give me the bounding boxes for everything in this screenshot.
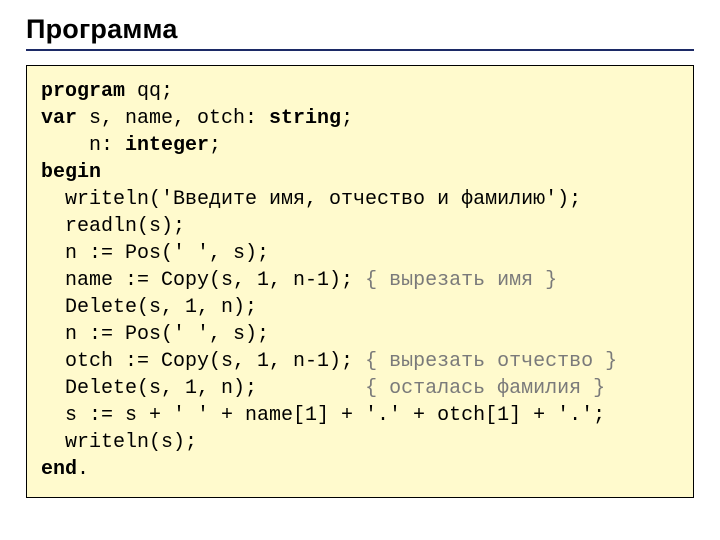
code-text: otch := Copy(s, 1, n-1); bbox=[41, 350, 365, 373]
code-comment: { осталась фамилия } bbox=[365, 377, 605, 400]
code-text: s := s + ' ' + name[1] + '.' + otch[1] +… bbox=[41, 404, 605, 427]
code-comment: { вырезать отчество } bbox=[365, 350, 617, 373]
kw-string: string bbox=[269, 107, 341, 130]
code-text: readln(s); bbox=[41, 215, 185, 238]
code-text: . bbox=[77, 458, 89, 481]
code-block: program qq; var s, name, otch: string; n… bbox=[26, 65, 694, 498]
code-comment: { вырезать имя } bbox=[365, 269, 557, 292]
title-wrap: Программа bbox=[26, 14, 694, 51]
code-text: s, name, otch: bbox=[77, 107, 269, 130]
code-text: n: bbox=[41, 134, 125, 157]
kw-program: program bbox=[41, 80, 125, 103]
code-text: Delete(s, 1, n); bbox=[41, 377, 365, 400]
slide: Программа program qq; var s, name, otch:… bbox=[0, 0, 720, 540]
code-text: n := Pos(' ', s); bbox=[41, 242, 269, 265]
code-text: Delete(s, 1, n); bbox=[41, 296, 257, 319]
code-text: name := Copy(s, 1, n-1); bbox=[41, 269, 365, 292]
code-text: ; bbox=[341, 107, 353, 130]
page-title: Программа bbox=[26, 14, 694, 45]
kw-begin: begin bbox=[41, 161, 101, 184]
code-text: ; bbox=[209, 134, 221, 157]
kw-var: var bbox=[41, 107, 77, 130]
code-text: writeln('Введите имя, отчество и фамилию… bbox=[41, 188, 581, 211]
code-text: n := Pos(' ', s); bbox=[41, 323, 269, 346]
kw-end: end bbox=[41, 458, 77, 481]
code-text: qq; bbox=[125, 80, 173, 103]
kw-integer: integer bbox=[125, 134, 209, 157]
code-text: writeln(s); bbox=[41, 431, 197, 454]
